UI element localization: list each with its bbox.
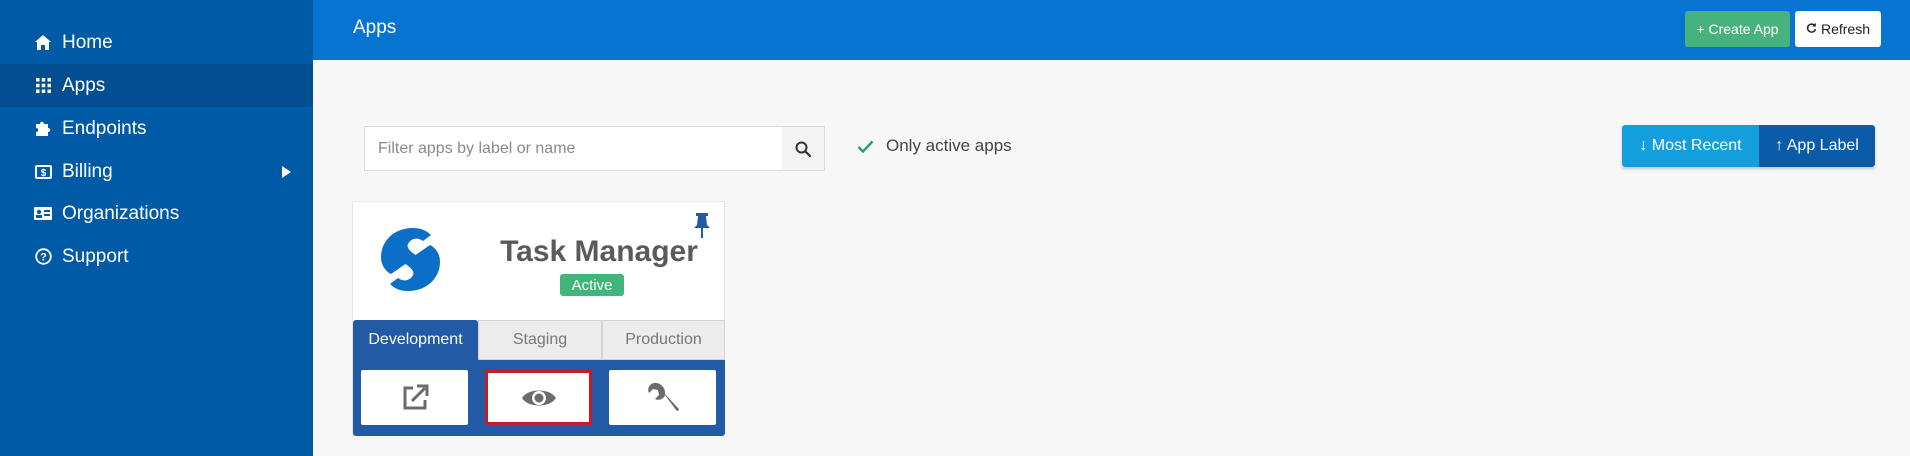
top-bar: Apps <box>313 0 1910 60</box>
sort-most-recent-button[interactable]: ↓ Most Recent <box>1622 125 1759 167</box>
sidebar-item-label: Billing <box>62 160 113 182</box>
refresh-button[interactable]: Refresh <box>1795 11 1881 47</box>
open-external-icon <box>403 384 428 409</box>
sidebar-item-organizations[interactable]: Organizations <box>0 192 313 235</box>
sidebar-item-apps[interactable]: Apps <box>0 64 313 107</box>
sidebar-item-label: Organizations <box>62 202 180 224</box>
app-card: Task Manager Active Development Staging … <box>352 201 725 436</box>
page-title: Apps <box>353 17 397 38</box>
chevron-right-icon[interactable] <box>282 165 291 178</box>
sidebar-item-label: Apps <box>62 74 106 96</box>
search-icon <box>795 141 811 157</box>
svg-text:?: ? <box>40 252 47 264</box>
home-icon <box>34 34 52 52</box>
refresh-label: Refresh <box>1820 21 1871 37</box>
sort-button-group: ↓ Most Recent ↑ App Label <box>1622 125 1875 167</box>
configure-app-button[interactable] <box>609 370 716 425</box>
tab-development[interactable]: Development <box>353 320 478 360</box>
refresh-icon <box>1806 21 1817 37</box>
help-icon: ? <box>34 248 52 266</box>
search-button[interactable] <box>782 127 824 170</box>
active-only-toggle[interactable]: Only active apps <box>857 136 1012 156</box>
app-logo <box>381 228 440 291</box>
sidebar-item-endpoints[interactable]: Endpoints <box>0 107 313 150</box>
sort-app-label-button[interactable]: ↑ App Label <box>1759 125 1875 167</box>
active-only-label: Only active apps <box>886 136 1012 155</box>
filter-input[interactable] <box>365 127 783 170</box>
sidebar-item-label: Home <box>62 31 113 53</box>
filter-box <box>364 126 825 171</box>
dollar-icon: $ <box>34 163 52 181</box>
status-badge: Active <box>560 274 624 296</box>
puzzle-icon <box>34 120 52 138</box>
checkmark-icon <box>857 140 874 153</box>
id-card-icon <box>34 205 52 223</box>
sidebar-item-home[interactable]: Home <box>0 21 313 64</box>
wrench-icon <box>647 382 679 411</box>
eye-icon <box>521 390 556 405</box>
sidebar-item-billing[interactable]: $ Billing <box>0 150 313 193</box>
view-app-button[interactable] <box>485 370 592 425</box>
create-app-button[interactable]: + Create App <box>1685 11 1790 47</box>
svg-text:$: $ <box>40 168 46 179</box>
environment-actions <box>353 360 725 436</box>
sidebar-item-label: Endpoints <box>62 117 147 139</box>
pin-icon[interactable] <box>692 213 712 239</box>
tab-staging[interactable]: Staging <box>478 320 602 360</box>
tab-production[interactable]: Production <box>602 320 725 360</box>
sidebar-item-label: Support <box>62 245 129 267</box>
open-app-button[interactable] <box>361 370 468 425</box>
grid-icon <box>34 77 52 95</box>
sidebar: Home Apps Endpoints $ Billing Organizati… <box>0 0 313 456</box>
app-title: Task Manager <box>500 235 698 268</box>
sidebar-item-support[interactable]: ? Support <box>0 235 313 278</box>
